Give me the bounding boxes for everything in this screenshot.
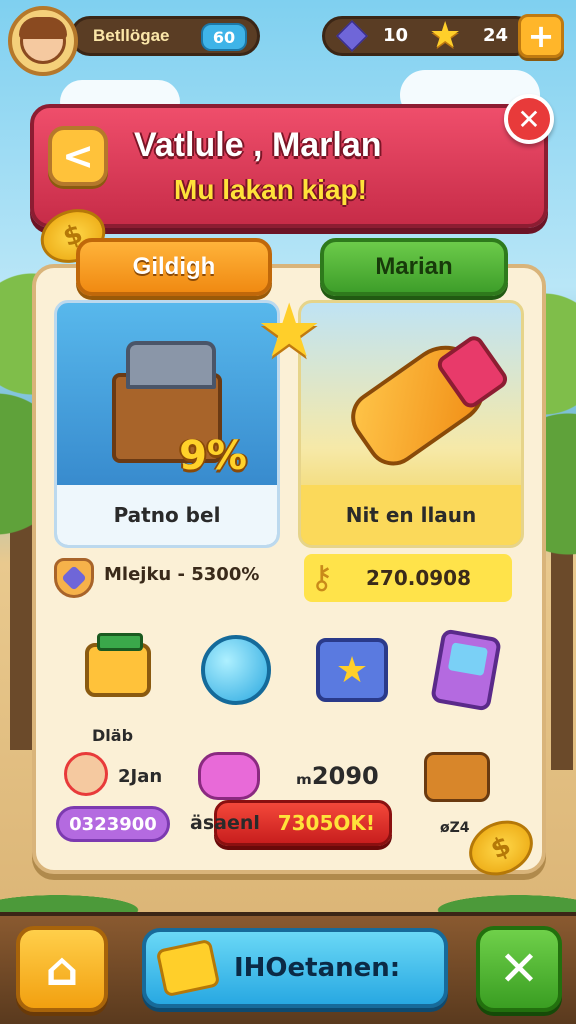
back-button[interactable]: < xyxy=(48,126,108,186)
buy-button-prefix: äsaenl xyxy=(190,812,260,834)
suitcase-item-icon[interactable]: ★ xyxy=(310,628,394,712)
offer-card-chest[interactable]: 9% Patno bel xyxy=(54,300,280,548)
close-button[interactable]: ✕ xyxy=(504,94,554,144)
player-avatar[interactable] xyxy=(8,6,78,76)
star-count: 24 xyxy=(483,25,509,46)
fish-icon xyxy=(198,752,260,800)
gold-bars-icon xyxy=(155,938,221,998)
item-price: ₘ2090 xyxy=(296,762,379,790)
tab-marian[interactable]: Marian xyxy=(320,238,508,296)
barrel-icon[interactable] xyxy=(424,752,490,802)
gem-count: 10 xyxy=(383,25,409,46)
banner-title: Vatlule , Marlan xyxy=(134,126,382,164)
card-footer: Nit en llaun xyxy=(301,485,521,545)
purple-value-pill[interactable]: 0323900 xyxy=(56,806,170,842)
balloon-item-icon[interactable] xyxy=(194,628,278,712)
card-label: Nit en llaun xyxy=(345,503,477,527)
main-action-button[interactable]: IHOetanen: xyxy=(142,928,448,1008)
cancel-button[interactable]: ✕ xyxy=(476,926,562,1012)
stat-left: Mlejku - 5300% xyxy=(104,564,260,585)
rocket-icon xyxy=(340,330,502,476)
avatar-face-icon xyxy=(19,17,67,64)
level-badge: 60 xyxy=(201,23,247,51)
gem-icon xyxy=(336,20,368,52)
header-banner: < Vatlule , Marlan Mu lakan kiap! xyxy=(30,104,548,228)
player-name: Betllögae xyxy=(93,26,170,45)
item-label: 2Jan xyxy=(118,766,163,787)
card-footer: Patno bel xyxy=(57,485,277,545)
star-icon: ★ xyxy=(429,15,462,56)
star-mascot-icon: ★ xyxy=(256,288,323,374)
offer-card-rocket[interactable]: Nit en llaun xyxy=(298,300,524,548)
item-label: øZ4 xyxy=(440,820,470,836)
tab-gildigh[interactable]: Gildigh xyxy=(76,238,272,296)
shield-icon xyxy=(54,558,94,598)
top-bar: Betllögae 60 10 ★ 24 + xyxy=(8,6,568,76)
item-label: Dläb xyxy=(92,726,134,745)
resources-pill: 10 ★ 24 xyxy=(322,15,536,56)
stat-right: 270.0908 xyxy=(304,554,512,602)
main-action-label: IHOetanen: xyxy=(234,953,401,983)
discount-badge: 9% xyxy=(179,433,247,479)
player-name-pill[interactable]: Betllögae 60 xyxy=(70,16,260,56)
cart-item-icon[interactable] xyxy=(76,628,160,712)
character-avatar xyxy=(64,752,108,796)
banner-subtitle: Mu lakan kiap! xyxy=(174,174,367,205)
home-button[interactable]: ⌂ xyxy=(16,926,108,1012)
add-currency-button[interactable]: + xyxy=(518,14,564,58)
key-icon: ⚷ xyxy=(310,558,334,596)
tablet-item-icon[interactable] xyxy=(424,628,508,712)
card-label: Patno bel xyxy=(113,503,221,527)
